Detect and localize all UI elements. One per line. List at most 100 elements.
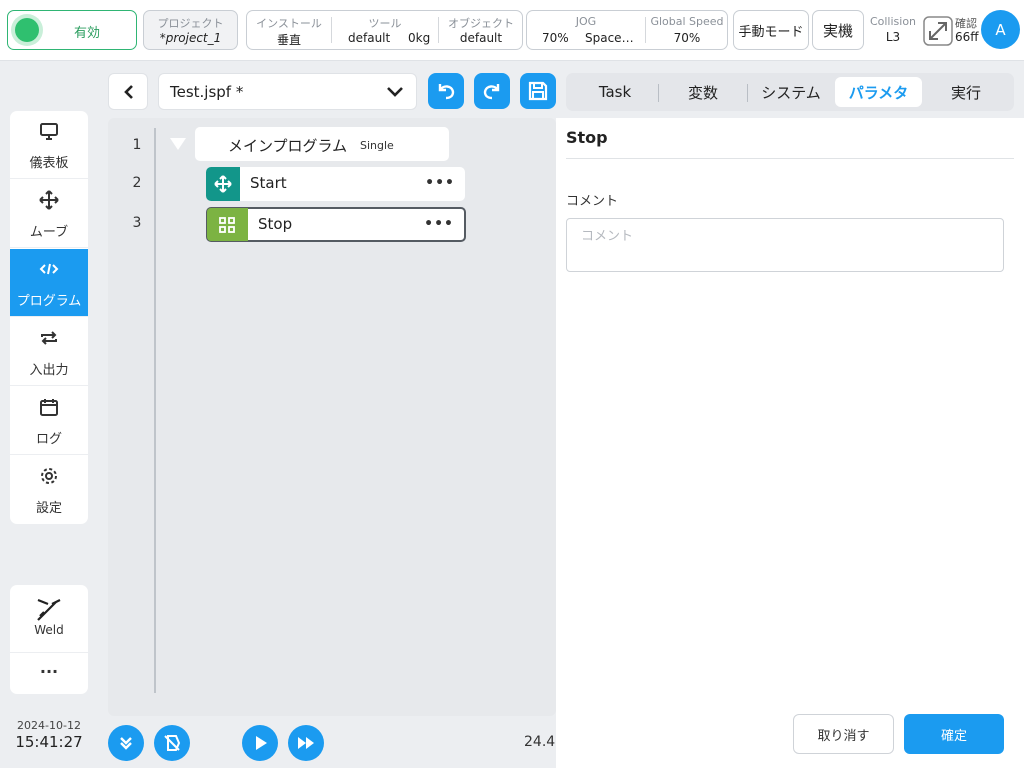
node-icon-box xyxy=(207,208,248,241)
io-icon xyxy=(41,331,57,345)
node-icon-box xyxy=(206,167,240,201)
more-plugins-button[interactable]: ··· xyxy=(10,654,88,694)
line-number: 3 xyxy=(132,215,142,231)
more-options-icon[interactable]: ••• xyxy=(425,175,455,191)
chevron-down-icon xyxy=(387,87,403,97)
nav-item-move[interactable]: ムーブ xyxy=(10,180,88,248)
main-nav: 儀表板 ムーブ プログラム 入出力 ログ 設定 xyxy=(10,111,88,524)
fast-forward-button[interactable] xyxy=(288,725,324,761)
panel-title: Stop xyxy=(566,128,608,147)
confirm-value: 66ff xyxy=(955,30,979,44)
tab-divider xyxy=(658,84,659,102)
calendar-icon xyxy=(40,399,58,416)
project-label: プロジェクト xyxy=(157,17,224,30)
undo-icon xyxy=(438,84,455,100)
tab-system[interactable]: システム xyxy=(750,77,832,107)
confirm-button[interactable]: 確定 xyxy=(904,714,1004,754)
undo-button[interactable] xyxy=(428,73,464,109)
jog-speed-box[interactable]: JOG 70% Space… Global Speed 70% xyxy=(526,10,728,50)
play-button[interactable] xyxy=(242,725,278,761)
redo-icon xyxy=(483,84,500,100)
more-options-icon[interactable]: ••• xyxy=(424,216,454,232)
nav-label: 設定 xyxy=(35,501,62,516)
jog-label: JOG xyxy=(575,15,597,28)
back-button[interactable] xyxy=(108,73,148,110)
nav-item-dashboard[interactable]: 儀表板 xyxy=(10,111,88,179)
nav-item-program[interactable]: プログラム xyxy=(10,249,88,317)
user-avatar[interactable]: A xyxy=(981,10,1020,49)
chevron-left-icon xyxy=(124,85,133,99)
tab-divider xyxy=(747,84,748,102)
install-value: 垂直 xyxy=(276,33,301,47)
panel-tabs: Task 変数 システム パラメタ 実行 xyxy=(566,73,1014,111)
redo-button[interactable] xyxy=(474,73,510,109)
move-icon xyxy=(214,175,232,193)
expand-icon[interactable] xyxy=(923,16,953,46)
global-speed-label: Global Speed xyxy=(650,15,724,28)
start-node[interactable]: Start ••• xyxy=(206,167,465,201)
current-date: 2024-10-12 xyxy=(17,719,81,732)
project-name: *project_1 xyxy=(159,31,222,45)
tab-parameters[interactable]: パラメタ xyxy=(835,77,922,107)
manual-mode-button[interactable]: 手動モード xyxy=(733,10,809,50)
save-button[interactable] xyxy=(520,73,556,109)
grid-icon xyxy=(219,217,235,233)
collapse-triangle-icon[interactable] xyxy=(169,137,187,151)
program-file-select[interactable]: Test.jspf * xyxy=(158,73,417,110)
jog-speed: 70% xyxy=(542,31,569,45)
code-icon xyxy=(39,263,59,275)
monitor-icon xyxy=(40,123,58,140)
fast-forward-icon xyxy=(298,737,314,749)
nav-label: ムーブ xyxy=(29,225,69,240)
collision-level: L3 xyxy=(885,30,901,44)
nav-label: ログ xyxy=(35,432,62,447)
cancel-button[interactable]: 取り消す xyxy=(793,714,894,754)
collision-label: Collision xyxy=(869,15,917,28)
confirm-label: 確認 xyxy=(955,17,977,30)
breakpoint-toggle-button[interactable] xyxy=(154,725,190,761)
node-label: メインプログラム xyxy=(228,137,348,155)
tab-task[interactable]: Task xyxy=(574,77,656,107)
nav-item-io[interactable]: 入出力 xyxy=(10,318,88,386)
current-time: 15:41:27 xyxy=(15,733,83,751)
top-bar: 有効 プロジェクト *project_1 インストール 垂直 ツール defau… xyxy=(0,0,1024,61)
tool-label: ツール xyxy=(368,17,402,30)
tab-run[interactable]: 実行 xyxy=(924,77,1008,107)
zoom-level: 24.4 xyxy=(524,734,556,750)
plugin-weld[interactable]: Weld xyxy=(10,585,88,653)
tree-gutter xyxy=(154,128,156,693)
node-tag: Single xyxy=(360,139,394,152)
comment-label: コメント xyxy=(566,194,619,209)
divider xyxy=(566,158,1014,159)
main-program-node[interactable]: メインプログラム Single xyxy=(195,127,449,161)
tab-variables[interactable]: 変数 xyxy=(661,77,745,107)
plugin-panel: Weld ··· xyxy=(10,585,88,694)
step-down-icon xyxy=(120,737,132,750)
stop-node[interactable]: Stop ••• xyxy=(206,207,466,242)
object-value: default xyxy=(459,31,503,45)
line-number: 2 xyxy=(132,175,142,191)
breakpoint-off-icon xyxy=(164,735,181,751)
nav-item-settings[interactable]: 設定 xyxy=(10,456,88,524)
project-box[interactable]: プロジェクト *project_1 xyxy=(143,10,238,50)
status-label: 有効 xyxy=(73,26,100,41)
install-label: インストール xyxy=(256,17,322,30)
comment-input[interactable] xyxy=(566,218,1004,272)
real-machine-button[interactable]: 実機 xyxy=(812,10,864,50)
file-name: Test.jspf * xyxy=(170,83,244,101)
object-label: オブジェクト xyxy=(448,17,514,30)
node-label: Start xyxy=(250,174,287,192)
gear-icon xyxy=(41,468,57,484)
weld-torch-icon xyxy=(37,598,61,621)
nav-item-log[interactable]: ログ xyxy=(10,387,88,455)
play-icon xyxy=(256,736,267,750)
jog-mode: Space… xyxy=(585,31,634,45)
plugin-label: Weld xyxy=(34,623,64,637)
tool-name: default xyxy=(348,31,391,45)
enable-status-button[interactable]: 有効 xyxy=(7,10,137,50)
parameter-panel xyxy=(556,118,1024,768)
tool-weight: 0kg xyxy=(408,31,431,45)
install-tool-object-box[interactable]: インストール 垂直 ツール default 0kg オブジェクト default xyxy=(246,10,523,50)
step-into-button[interactable] xyxy=(108,725,144,761)
node-label: Stop xyxy=(258,215,293,233)
